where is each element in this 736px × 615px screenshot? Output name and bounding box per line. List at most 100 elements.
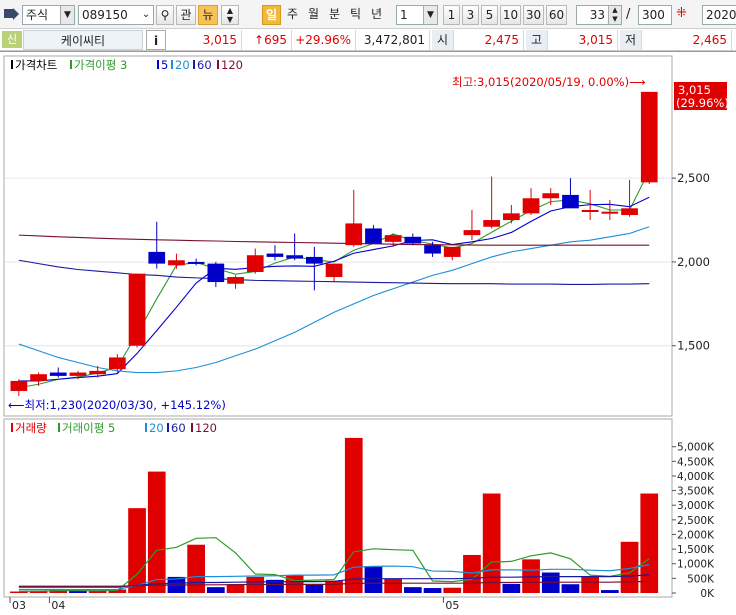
volume-tick-label: 5,000K	[677, 442, 715, 454]
search-icon[interactable]: ⚲	[156, 5, 174, 25]
volume-panel-frame	[3, 418, 673, 598]
total-input[interactable]: 300	[638, 5, 672, 25]
legend-marker	[171, 60, 173, 69]
price-change: ↑695	[242, 30, 292, 50]
open-price: 2,475	[454, 30, 524, 50]
x-tick-label: 04	[51, 599, 65, 612]
high-annotation: 최고:3,015(2020/05/19, 0.00%)⟶	[452, 75, 646, 89]
volume-tick-label: 4,000K	[677, 471, 715, 483]
volume-bar	[443, 587, 462, 593]
interval-10-button[interactable]: 10	[500, 5, 521, 25]
volume-tick-label: 0K	[700, 588, 715, 600]
volume-tick-label: 500K	[687, 573, 715, 585]
legend-ma3: 가격이평 3	[74, 58, 127, 72]
candle-body	[286, 255, 303, 259]
interval-30-button[interactable]: 30	[523, 5, 544, 25]
watch-button[interactable]: 관	[176, 5, 196, 25]
x-tick-label: 05	[445, 599, 459, 612]
volume-tick-label: 1,500K	[677, 544, 715, 556]
candle-body	[207, 263, 225, 283]
last-rate-label: (29.96%)	[676, 96, 729, 110]
x-axis: 03 04 05	[9, 597, 459, 612]
volume-bar	[522, 559, 540, 593]
toolbar: 주식 ▼ 089150 ⌄ ⚲ 관 뉴 ▲ ▼ 일 주 월 분 틱 년 1 ▼ 1…	[0, 0, 736, 29]
candle-body	[187, 261, 205, 264]
legend-ma5: 5	[161, 58, 168, 72]
candle-body	[404, 236, 422, 244]
interval-60-button[interactable]: 60	[546, 5, 567, 25]
volume-tick-label: 3,500K	[677, 486, 715, 498]
info-button[interactable]: i	[146, 30, 166, 50]
x-tick-label: 03	[12, 599, 26, 612]
volume-bar	[640, 493, 659, 593]
volume-bar	[384, 578, 402, 593]
legend-ma20: 20	[175, 58, 190, 72]
candle-body	[542, 193, 560, 199]
volume-tick-label: 2,500K	[677, 515, 715, 527]
legend-ma120: 120	[221, 58, 243, 72]
legend-vma20: 20	[149, 421, 164, 435]
chevron-down-icon: ▼	[60, 6, 74, 24]
stepper-icon[interactable]: ▲ ▼	[608, 6, 621, 24]
volume-bar	[325, 580, 343, 593]
period-year-button[interactable]: 년	[367, 5, 386, 25]
interval-1-button[interactable]: 1	[443, 5, 460, 25]
period-week-button[interactable]: 주	[283, 5, 302, 25]
current-price: 3,015	[170, 30, 242, 50]
period-tick-button[interactable]: 틱	[346, 5, 365, 25]
candle-body	[89, 370, 106, 375]
low-annotation: ⟵최저:1,230(2020/03/30, +145.12%)	[8, 398, 226, 412]
slash-divider: /	[626, 7, 631, 22]
count-input[interactable]: 33 ▲ ▼	[576, 5, 622, 25]
interval-5-button[interactable]: 5	[481, 5, 498, 25]
candle-body	[325, 263, 343, 278]
volume-tick-label: 4,500K	[677, 456, 715, 468]
candle-body	[148, 251, 166, 264]
candle-body	[345, 223, 363, 246]
legend-marker	[58, 423, 60, 432]
date-input[interactable]: 2020/	[702, 5, 736, 25]
candle-body	[424, 245, 441, 254]
volume-bar	[561, 584, 580, 593]
candle-body	[503, 213, 520, 221]
volume-bar	[305, 584, 324, 593]
candle-body	[109, 357, 126, 370]
code-input[interactable]: 089150 ⌄	[78, 5, 154, 25]
period-minute-button[interactable]: 분	[325, 5, 344, 25]
volume-value: 3,472,801	[356, 30, 430, 50]
candle-body	[443, 246, 461, 257]
legend-ma60: 60	[197, 58, 212, 72]
market-select-value: 주식	[26, 8, 49, 22]
volume-bar	[147, 471, 166, 593]
chart-menu-icon[interactable]	[4, 9, 13, 18]
interval-3-button[interactable]: 3	[462, 5, 479, 25]
total-input-value: 300	[642, 8, 665, 22]
period-month-button[interactable]: 월	[304, 5, 323, 25]
candle-body	[640, 91, 658, 183]
candle-body	[49, 372, 67, 376]
stock-name[interactable]: 케이씨티	[23, 30, 143, 50]
zoom-grid-icon[interactable]: ⁜	[676, 6, 690, 22]
volume-bar	[187, 544, 205, 593]
price-axis: 1,500 2,000 2,500	[672, 171, 710, 353]
chevron-down-icon: ▼	[423, 6, 437, 24]
volume-axis: 0K 500K 1,000K 1,500K 2,000K 2,500K 3,000K 3,50…	[672, 442, 715, 600]
candle-body	[227, 277, 244, 284]
volume-tick-label: 3,000K	[677, 500, 715, 512]
stepper-icon[interactable]: ▲ ▼	[221, 5, 239, 25]
market-select[interactable]: 주식 ▼	[22, 5, 75, 25]
interval-select[interactable]: 1 ▼	[396, 5, 438, 25]
candle-body	[365, 228, 382, 244]
candle-body	[562, 194, 579, 209]
last-price-label: 3,015	[678, 83, 711, 97]
candle-body	[30, 374, 47, 381]
interval-select-value: 1	[400, 8, 408, 22]
news-button[interactable]: 뉴	[198, 5, 218, 25]
candle-body	[621, 208, 638, 216]
candle-body	[306, 256, 323, 264]
candle-body	[483, 220, 500, 227]
chart-menu-arrow-icon	[13, 8, 19, 20]
info-bar: 신 케이씨티 i 3,015 ↑695 +29.96% 3,472,801 시 …	[0, 29, 736, 51]
period-day-button[interactable]: 일	[262, 5, 281, 25]
new-listing-badge: 신	[2, 31, 22, 48]
